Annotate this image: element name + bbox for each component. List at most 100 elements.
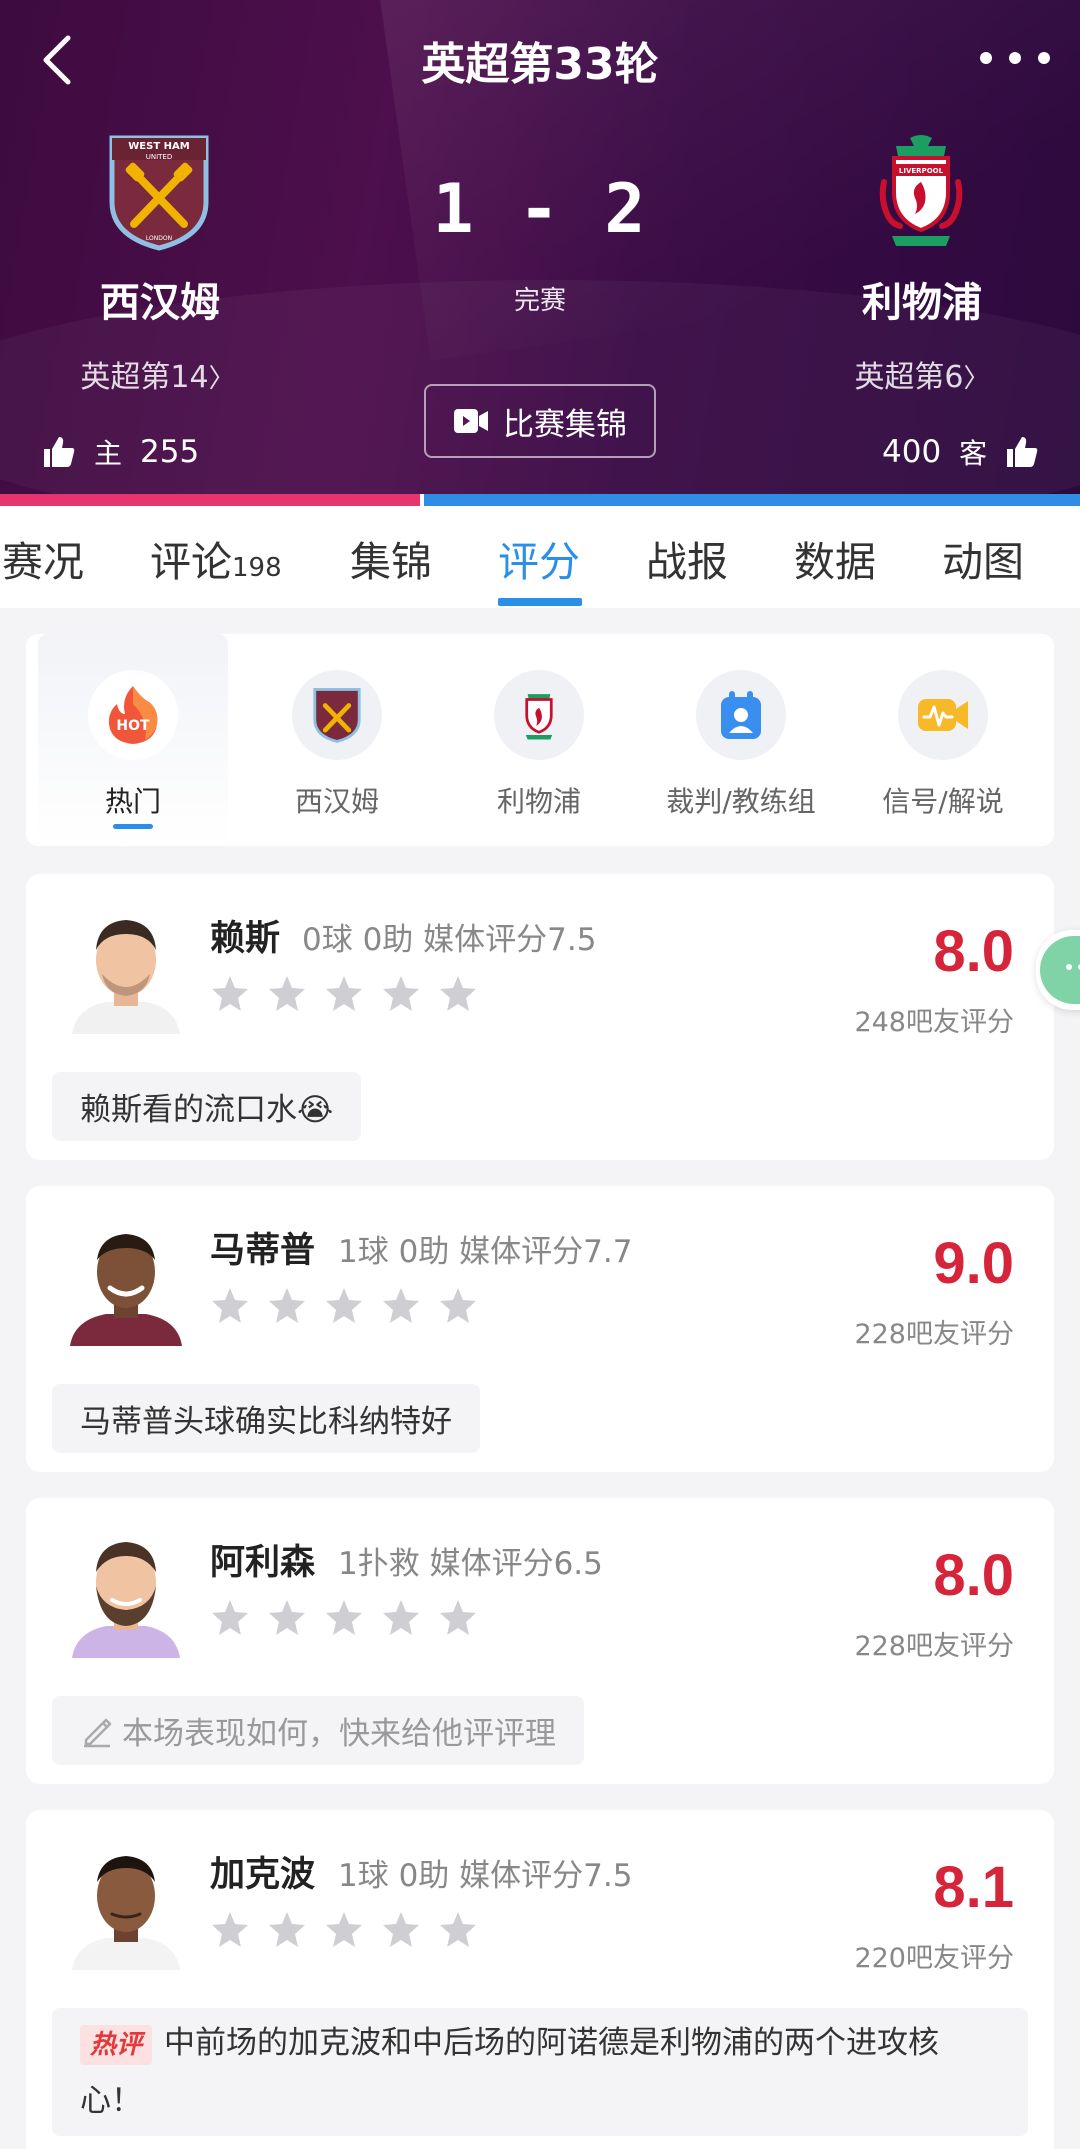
player-name: 马蒂普 — [210, 1231, 316, 1271]
support-ratio-bar — [0, 494, 1080, 506]
player-rating-card[interactable]: 马蒂普 1球 0助 媒体评分7.7 9.0 228吧友评分 马蒂普头球确实比科纳… — [26, 1186, 1054, 1472]
svg-text:UNITED: UNITED — [146, 153, 173, 161]
player-rating-card[interactable]: 加克波 1球 0助 媒体评分7.5 8.1 220吧友评分 热评 中前场的加克波和… — [26, 1810, 1054, 2149]
star-icon[interactable] — [438, 1910, 478, 1950]
star-icon[interactable] — [381, 1286, 421, 1326]
player-rating-score: 8.0 — [933, 1543, 1014, 1608]
rating-count: 248吧友评分 — [854, 1007, 1014, 1038]
player-avatar[interactable] — [66, 1528, 186, 1658]
star-icon[interactable] — [267, 974, 307, 1014]
star-icon[interactable] — [438, 974, 478, 1014]
star-icon[interactable] — [438, 1286, 478, 1326]
match-header: 英超第33轮 WEST HAM UNITED LONDON 西汉姆 英超第14〉… — [0, 0, 1080, 494]
away-like-count: 400 — [882, 434, 942, 470]
thumbs-up-icon — [44, 437, 75, 467]
filter-label: 裁判/教练组 — [666, 785, 816, 818]
filter-liverpool[interactable]: 利物浦 — [444, 634, 634, 846]
star-icon[interactable] — [210, 1598, 250, 1638]
filter-label: 热门 — [104, 785, 161, 818]
rating-count: 228吧友评分 — [854, 1319, 1014, 1350]
top-comment[interactable]: 热评 中前场的加克波和中后场的阿诺德是利物浦的两个进攻核心！ — [52, 2008, 1028, 2136]
top-comment[interactable]: 马蒂普头球确实比科纳特好 — [52, 1384, 480, 1453]
tab-report[interactable]: 战报 — [646, 528, 728, 588]
hot-icon: HOT — [108, 686, 158, 744]
filter-label: 信号/解说 — [882, 785, 1004, 818]
star-icon[interactable] — [267, 1910, 307, 1950]
highlights-label: 比赛集锦 — [503, 406, 627, 443]
star-rating-input[interactable] — [210, 1286, 478, 1326]
signal-icon — [918, 699, 968, 731]
away-team-rank[interactable]: 英超第6〉 — [762, 352, 1080, 396]
star-icon[interactable] — [324, 1910, 364, 1950]
away-support-bar — [424, 494, 1080, 506]
star-icon[interactable] — [267, 1598, 307, 1638]
more-options-button[interactable] — [980, 40, 1050, 76]
away-like-button[interactable]: 400 客 — [882, 432, 1039, 472]
pencil-icon — [84, 1718, 112, 1747]
home-like-count: 255 — [140, 434, 200, 470]
star-rating-input[interactable] — [210, 1598, 478, 1638]
filter-hot[interactable]: HOT 热门 — [38, 634, 228, 846]
player-rating-card[interactable]: 阿利森 1扑救 媒体评分6.5 8.0 228吧友评分 本场表现如何，快来给他评… — [26, 1498, 1054, 1784]
player-photo — [70, 1234, 182, 1346]
active-tab-indicator — [498, 598, 582, 606]
star-icon[interactable] — [210, 1286, 250, 1326]
write-comment-prompt[interactable]: 本场表现如何，快来给他评评理 — [52, 1696, 584, 1765]
star-icon[interactable] — [324, 1598, 364, 1638]
player-stats: 1球 0助 媒体评分7.5 — [338, 1858, 633, 1894]
player-rating-score: 9.0 — [933, 1231, 1014, 1296]
video-camera-icon — [454, 409, 488, 433]
player-name: 加克波 — [210, 1855, 316, 1895]
filter-referee-coaches[interactable]: 裁判/教练组 — [646, 634, 836, 846]
rating-count: 228吧友评分 — [854, 1631, 1014, 1662]
page-title: 英超第33轮 — [421, 39, 659, 90]
tab-ratings[interactable]: 评分 — [498, 528, 580, 588]
player-rating-score: 8.1 — [933, 1855, 1014, 1920]
player-photo — [72, 1856, 180, 1970]
home-team-rank[interactable]: 英超第14〉 — [0, 352, 315, 396]
player-name: 阿利森 — [210, 1543, 316, 1583]
star-icon[interactable] — [210, 974, 250, 1014]
filter-label: 利物浦 — [496, 785, 581, 818]
player-avatar[interactable] — [66, 904, 186, 1034]
home-support-bar — [0, 494, 420, 506]
player-stats: 1球 0助 媒体评分7.7 — [338, 1234, 633, 1270]
player-photo — [72, 1542, 180, 1658]
star-rating-input[interactable] — [210, 974, 478, 1014]
star-icon[interactable] — [324, 974, 364, 1014]
tab-gifs[interactable]: 动图 — [942, 528, 1024, 588]
comment-text: 中前场的加克波和中后场的阿诺德是利物浦的两个进攻核心！ — [80, 2025, 940, 2119]
star-icon[interactable] — [324, 1286, 364, 1326]
player-avatar[interactable] — [66, 1840, 186, 1970]
star-icon[interactable] — [210, 1910, 250, 1950]
player-avatar[interactable] — [66, 1216, 186, 1346]
player-photo — [72, 920, 180, 1034]
star-icon[interactable] — [381, 1598, 421, 1638]
home-like-label: 主 — [94, 437, 123, 470]
star-rating-input[interactable] — [210, 1910, 478, 1950]
star-icon[interactable] — [381, 974, 421, 1014]
svg-text:HOT: HOT — [116, 718, 150, 734]
comments-count: 198 — [232, 553, 282, 583]
filter-signal-commentary[interactable]: 信号/解说 — [848, 634, 1038, 846]
rating-filter-bar: HOT 热门 西汉姆 利物浦 裁判/教练组 信号/解说 — [26, 634, 1054, 846]
comment-placeholder-text: 本场表现如何，快来给他评评理 — [122, 1716, 556, 1752]
star-icon[interactable] — [381, 1910, 421, 1950]
match-highlights-button[interactable]: 比赛集锦 — [424, 384, 656, 458]
home-like-button[interactable]: 主 255 — [42, 432, 199, 472]
filter-west-ham[interactable]: 西汉姆 — [242, 634, 432, 846]
tab-stats[interactable]: 数据 — [794, 528, 876, 588]
player-rating-card[interactable]: 赖斯 0球 0助 媒体评分7.5 8.0 248吧友评分 赖斯看的流口水😭 — [26, 874, 1054, 1160]
filter-label: 西汉姆 — [294, 785, 379, 818]
player-rating-score: 8.0 — [933, 919, 1014, 984]
star-icon[interactable] — [267, 1286, 307, 1326]
tab-bar: 赛况 评论198 集锦 评分 战报 数据 动图 — [0, 506, 1080, 608]
star-icon[interactable] — [438, 1598, 478, 1638]
away-like-label: 客 — [959, 437, 988, 470]
tab-comments[interactable]: 评论198 — [150, 528, 282, 588]
tab-highlights[interactable]: 集锦 — [350, 528, 432, 588]
top-comment[interactable]: 赖斯看的流口水😭 — [52, 1072, 362, 1141]
tab-match-situation[interactable]: 赛况 — [2, 528, 84, 588]
hot-comment-badge: 热评 — [80, 2024, 153, 2065]
player-stats: 1扑救 媒体评分6.5 — [338, 1546, 603, 1582]
